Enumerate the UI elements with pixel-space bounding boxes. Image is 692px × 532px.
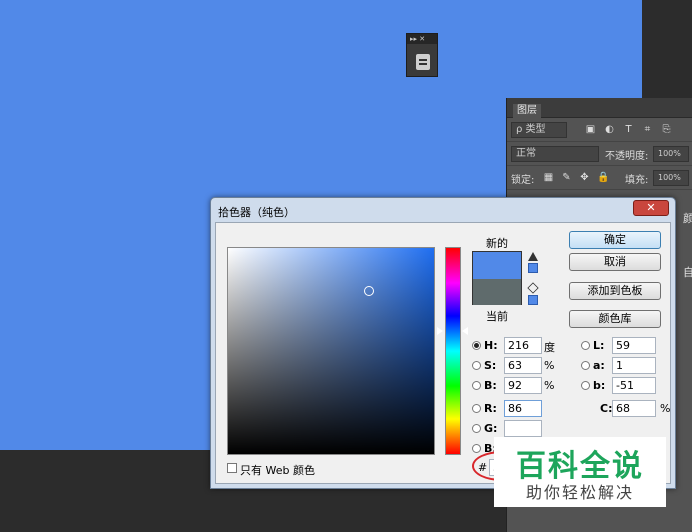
workspace-background <box>642 0 692 100</box>
lightness-input[interactable]: 59 <box>612 337 656 354</box>
gamut-warning-icon[interactable] <box>528 252 538 261</box>
red-label: R: <box>484 402 497 415</box>
b-channel-radio[interactable] <box>581 381 590 390</box>
lock-all-icon[interactable]: 🔒 <box>597 172 609 183</box>
cyan-label: C: <box>600 402 613 415</box>
saturation-brightness-field[interactable] <box>227 247 435 455</box>
color-picker-marker[interactable] <box>364 286 374 296</box>
ok-button[interactable]: 确定 <box>569 231 661 249</box>
dialog-titlebar[interactable]: 拾色器（纯色） ✕ <box>211 198 675 222</box>
new-color-swatch <box>473 252 521 279</box>
brightness-input[interactable]: 92 <box>504 377 542 394</box>
color-libraries-button[interactable]: 颜色库 <box>569 310 661 328</box>
a-channel-radio[interactable] <box>581 361 590 370</box>
hue-input[interactable]: 216 <box>504 337 542 354</box>
add-to-swatches-button[interactable]: 添加到色板 <box>569 282 661 300</box>
hue-radio[interactable] <box>472 341 481 350</box>
watermark-subtitle: 助你轻松解决 <box>525 483 634 502</box>
saturation-unit: % <box>544 359 555 372</box>
image-filter-icon[interactable]: ▣ <box>585 124 596 135</box>
current-color-label: 当前 <box>486 310 508 323</box>
hue-label: H: <box>484 339 498 352</box>
red-radio[interactable] <box>472 404 481 413</box>
current-color-swatch[interactable] <box>473 279 521 305</box>
saturation-input[interactable]: 63 <box>504 357 542 374</box>
opacity-input[interactable]: 100% <box>653 146 689 162</box>
hue-slider-handle-right[interactable] <box>462 327 468 335</box>
web-safe-swatch[interactable] <box>528 295 538 305</box>
brightness-label: B: <box>484 379 497 392</box>
lock-label: 锁定: <box>511 175 535 186</box>
fill-input[interactable]: 100% <box>653 170 689 186</box>
b-channel-input[interactable]: -51 <box>612 377 656 394</box>
layer-name-partial-2: 自 <box>683 266 692 279</box>
a-channel-input[interactable]: 1 <box>612 357 656 374</box>
lightness-radio[interactable] <box>581 341 590 350</box>
hue-unit: 度 <box>544 341 555 354</box>
layer-filter-select[interactable]: ρ 类型 <box>511 122 567 138</box>
cyan-input[interactable]: 68 <box>612 400 656 417</box>
dialog-title: 拾色器（纯色） <box>218 206 295 219</box>
red-input[interactable]: 86 <box>504 400 542 417</box>
hue-slider[interactable] <box>445 247 461 455</box>
web-colors-only-checkbox[interactable] <box>227 463 237 473</box>
tab-layers[interactable]: 图层 <box>513 104 541 118</box>
lock-pixels-icon[interactable]: ✎ <box>561 172 572 183</box>
floating-tool-panel[interactable]: ▸▸ ✕ <box>406 33 438 77</box>
blue-radio[interactable] <box>472 444 481 453</box>
lightness-label: L: <box>593 339 605 352</box>
adjustment-filter-icon[interactable]: ◐ <box>604 124 615 135</box>
shape-filter-icon[interactable]: ⌗ <box>642 124 653 135</box>
web-safe-cube-icon[interactable] <box>527 282 539 294</box>
blend-mode-select[interactable]: 正常 <box>511 146 599 162</box>
cancel-button[interactable]: 取消 <box>569 253 661 271</box>
watermark-logo: 百科全说 助你轻松解决 <box>494 437 666 507</box>
color-preview <box>472 251 522 305</box>
b-channel-label: b: <box>593 379 606 392</box>
lock-transparent-icon[interactable]: ▦ <box>543 172 554 183</box>
lock-position-icon[interactable]: ✥ <box>579 172 590 183</box>
close-button[interactable]: ✕ <box>633 200 669 216</box>
type-filter-icon[interactable]: T <box>623 124 634 135</box>
gamut-swatch[interactable] <box>528 263 538 273</box>
hue-slider-handle-left[interactable] <box>437 327 443 335</box>
hex-prefix: # <box>478 461 488 474</box>
saturation-radio[interactable] <box>472 361 481 370</box>
a-channel-label: a: <box>593 359 605 372</box>
saturation-label: S: <box>484 359 497 372</box>
green-input[interactable] <box>504 420 542 437</box>
panel-icon[interactable] <box>416 54 430 70</box>
brightness-radio[interactable] <box>472 381 481 390</box>
layer-name-partial: 颜 <box>683 212 692 225</box>
new-color-label: 新的 <box>486 237 508 250</box>
fill-label: 填充: <box>625 175 649 186</box>
web-colors-only-label: 只有 Web 颜色 <box>240 464 315 477</box>
green-radio[interactable] <box>472 424 481 433</box>
smart-object-filter-icon[interactable]: ⎘ <box>661 124 672 135</box>
panel-controls[interactable]: ▸▸ ✕ <box>407 34 437 44</box>
opacity-label: 不透明度: <box>605 151 649 162</box>
brightness-unit: % <box>544 379 555 392</box>
cyan-unit: % <box>660 402 671 415</box>
green-label: G: <box>484 422 498 435</box>
